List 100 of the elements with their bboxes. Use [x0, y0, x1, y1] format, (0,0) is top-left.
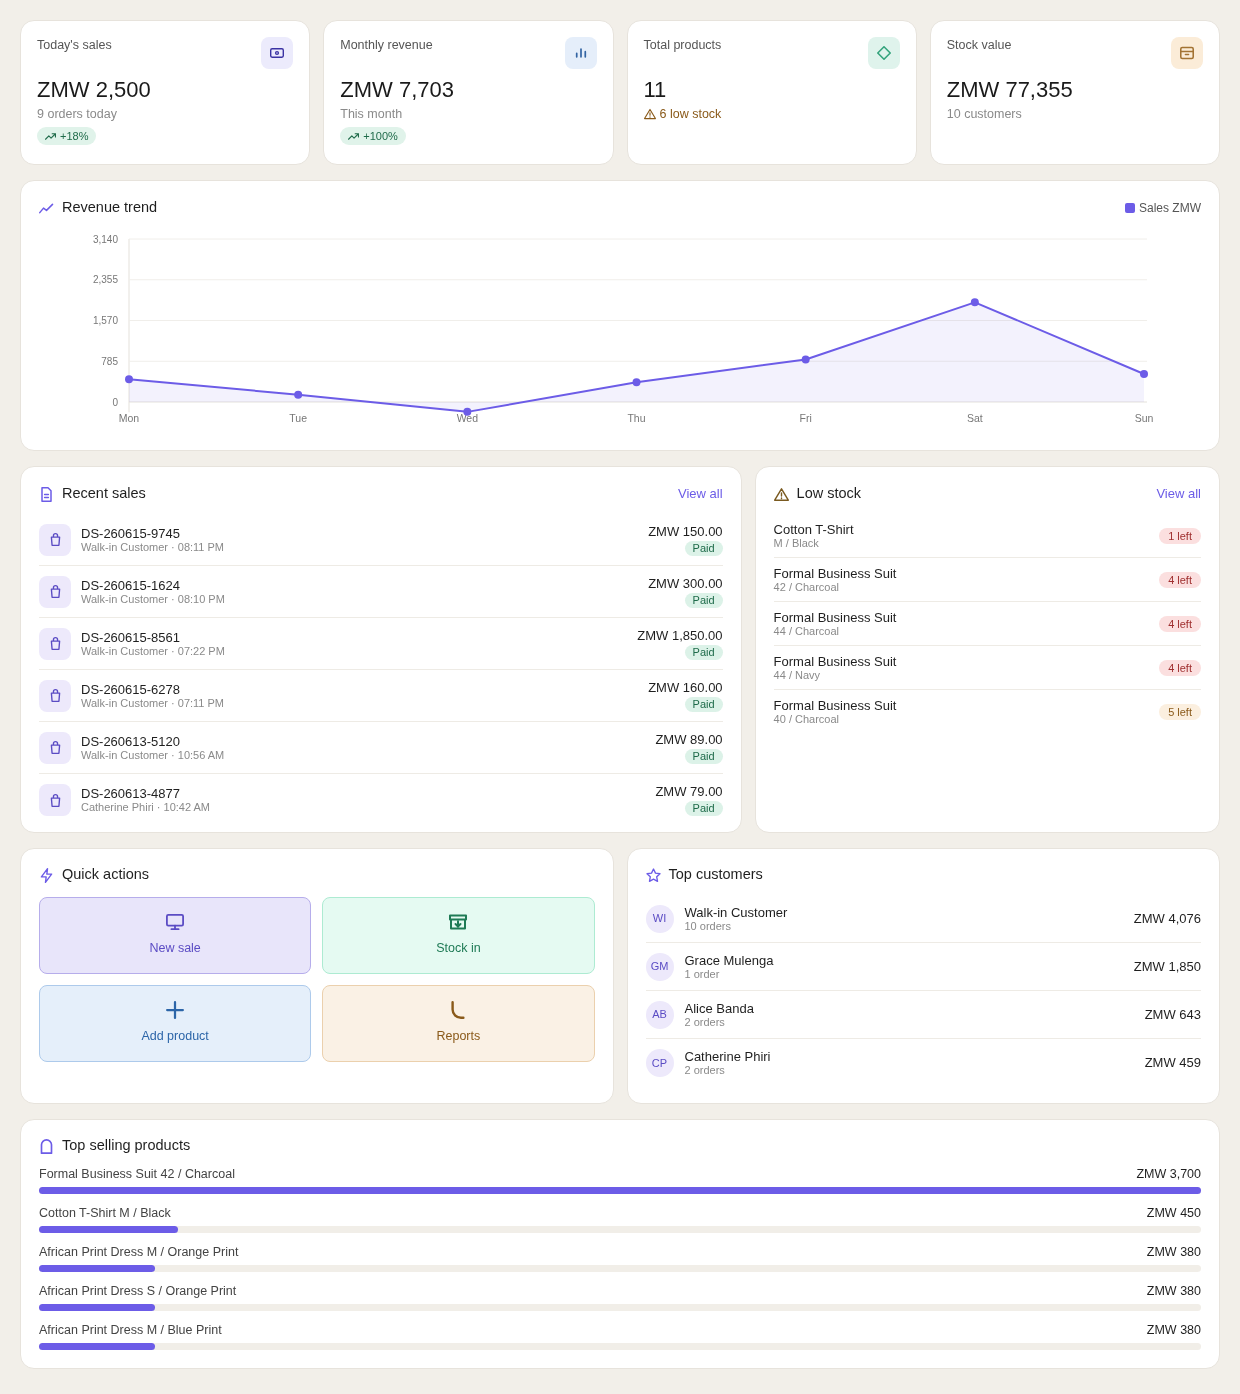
axis-label: 1,570 [92, 315, 118, 326]
axis-label: 3,140 [92, 233, 118, 245]
customer-name: Alice Banda [684, 1000, 755, 1016]
customer-total: ZMW 459 [1144, 1055, 1201, 1071]
avatar-initials: GM [645, 952, 674, 981]
trend-value: +18% [60, 128, 89, 144]
product-total: ZMW 380 [1146, 1283, 1201, 1299]
sale-customer: Walk-in Customer · 10:56 AM [81, 748, 226, 762]
product-variant: 44 / Navy [773, 668, 822, 682]
chart-point [294, 390, 303, 399]
quick-action-button[interactable]: New sale [39, 897, 312, 974]
product-variant: 40 / Charcoal [773, 713, 841, 726]
warning-icon [773, 486, 789, 502]
axis-label: Mon [118, 412, 140, 424]
order-count: 2 orders [684, 1015, 726, 1029]
stat-note: 6 low stock [659, 106, 722, 123]
axis-label: Thu [627, 412, 646, 424]
shopping-bag-icon [39, 784, 71, 816]
card-title: Revenue trend [62, 198, 158, 218]
stat-value: ZMW 77,355 [946, 77, 1074, 103]
stat-note: 10 customers [946, 106, 1023, 123]
shopping-bag-icon [39, 731, 71, 764]
order-count: 10 orders [684, 919, 732, 933]
product-name: Formal Business Suit 42 / Charcoal [39, 1166, 235, 1182]
stat-note: This month [340, 106, 404, 123]
card-title: Top selling products [62, 1136, 191, 1156]
sale-customer: Catherine Phiri · 10:42 AM [81, 801, 211, 814]
product-total: ZMW 380 [1146, 1244, 1201, 1260]
product-name: Formal Business Suit [773, 609, 898, 625]
customer-name: Walk-in Customer [684, 904, 789, 920]
quick-action-button[interactable]: Add product [39, 985, 312, 1062]
sale-customer: Walk-in Customer · 08:11 PM [81, 540, 226, 554]
axis-label: 2,355 [92, 274, 118, 286]
card-title: Top customers [668, 865, 763, 885]
product-name: African Print Dress S / Orange Print [39, 1283, 237, 1299]
arch-icon [39, 1138, 54, 1154]
customer-total: ZMW 1,850 [1133, 958, 1201, 975]
product-name: Formal Business Suit [773, 698, 898, 713]
product-name: African Print Dress M / Blue Print [39, 1322, 222, 1338]
status-badge: Paid [684, 644, 723, 660]
sale-id: DS-260615-9745 [81, 525, 182, 541]
stat-label: Total products [643, 37, 722, 53]
axis-label: Fri [799, 412, 812, 424]
stat-value: 11 [643, 77, 668, 103]
axis-label: 785 [101, 355, 118, 367]
sale-amount: ZMW 150.00 [648, 523, 723, 540]
chart-point [801, 355, 810, 364]
sale-amount: ZMW 160.00 [648, 679, 723, 696]
stat-label: Today's sales [37, 37, 112, 53]
chart-point [125, 375, 133, 384]
axis-label: Tue [289, 412, 308, 424]
warning-icon [643, 108, 656, 120]
quick-action-button[interactable]: Stock in [322, 897, 595, 974]
chart-point [463, 407, 472, 416]
legend-label: Sales ZMW [1139, 200, 1201, 217]
sale-id: DS-260615-1624 [81, 577, 182, 593]
quick-action-button[interactable]: Reports [322, 985, 595, 1062]
sale-customer: Walk-in Customer · 07:11 PM [81, 696, 226, 710]
shopping-bag-icon [39, 627, 71, 660]
shopping-bag-icon [39, 523, 71, 556]
sale-id: DS-260615-6278 [81, 681, 182, 697]
avatar-initials: WI [645, 904, 674, 933]
order-count: 1 order [684, 967, 721, 981]
customer-total: ZMW 4,076 [1133, 910, 1201, 927]
stat-label: Stock value [946, 37, 1012, 53]
stock-badge: 4 left [1159, 615, 1201, 632]
stat-value: ZMW 2,500 [37, 77, 152, 103]
customer-name: Catherine Phiri [684, 1049, 772, 1064]
status-badge: Paid [684, 748, 723, 764]
chart-point [970, 298, 979, 307]
sale-customer: Walk-in Customer · 08:10 PM [81, 592, 226, 606]
star-icon [645, 867, 661, 883]
avatar-initials: CP [645, 1049, 674, 1077]
sale-id: DS-260613-5120 [81, 733, 182, 749]
status-badge: Paid [684, 801, 723, 816]
status-badge: Paid [684, 592, 723, 608]
sale-amount: ZMW 89.00 [655, 731, 723, 748]
order-count: 2 orders [684, 1064, 726, 1077]
shopping-bag-icon [39, 575, 71, 608]
trend-up-icon [45, 130, 56, 142]
product-name: Cotton T-Shirt M / Black [39, 1205, 171, 1221]
lightning-icon [39, 867, 54, 883]
product-name: Formal Business Suit [773, 565, 898, 581]
stock-badge: 4 left [1159, 571, 1201, 588]
stock-badge: 5 left [1159, 704, 1201, 720]
stock-badge: 1 left [1159, 527, 1201, 544]
customer-total: ZMW 643 [1144, 1006, 1201, 1023]
product-name: African Print Dress M / Orange Print [39, 1244, 239, 1260]
customer-name: Grace Mulenga [684, 952, 775, 968]
sale-id: DS-260613-4877 [81, 786, 182, 801]
view-all-link[interactable]: View all [1156, 484, 1201, 504]
product-variant: M / Black [773, 536, 820, 550]
view-all-link[interactable]: View all [678, 484, 723, 504]
trend-up-icon [348, 130, 360, 142]
product-name: Cotton T-Shirt [773, 521, 855, 537]
axis-label: Sat [966, 412, 983, 424]
sale-id: DS-260615-8561 [81, 629, 182, 645]
sale-amount: ZMW 79.00 [655, 784, 723, 800]
stock-badge: 4 left [1159, 659, 1201, 676]
trend-value: +100% [363, 128, 398, 144]
